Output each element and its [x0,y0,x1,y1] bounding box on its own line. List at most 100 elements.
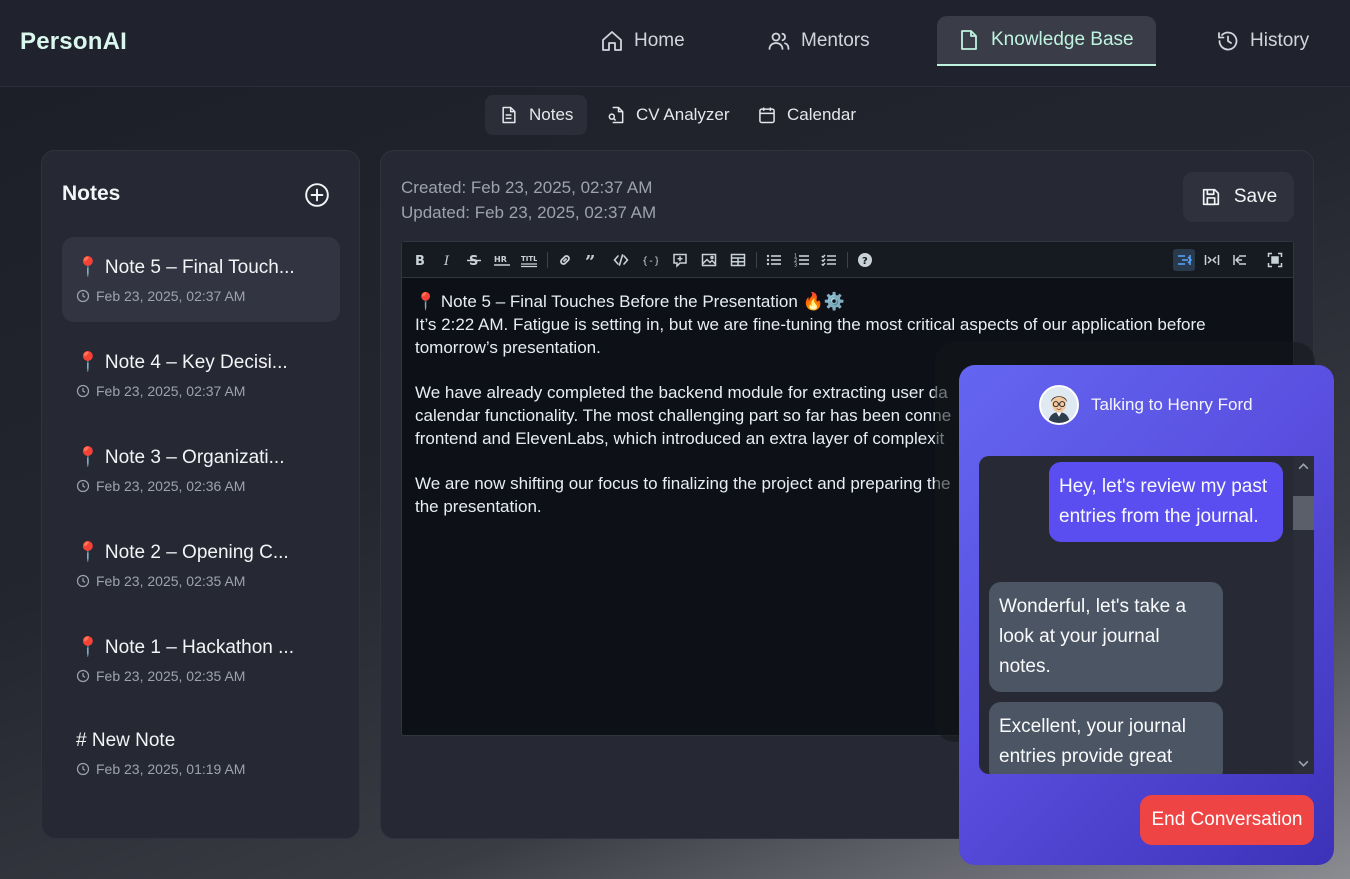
code-block-icon: {-} [642,256,658,267]
document-icon [961,30,977,50]
tab-notes-label: Notes [529,105,574,124]
save-button[interactable]: Save [1183,172,1294,222]
updated-timestamp: Updated: Feb 23, 2025, 02:37 AM [401,203,657,222]
live-mode-icon [1204,255,1220,265]
tab-notes[interactable]: Notes [485,95,588,135]
strikethrough-icon: S [467,254,481,268]
link-icon [560,255,570,265]
italic-button[interactable]: I [436,249,458,271]
chat-messages[interactable]: Hey, let's review my past entries from t… [979,456,1314,774]
unordered-list-icon [766,254,781,266]
table-button[interactable] [727,249,749,271]
note-title: 📍 Note 2 – Opening C... [76,542,289,563]
chat-scrollbar[interactable] [1293,456,1314,774]
nav-knowledge-base[interactable]: Knowledge Base [937,16,1156,66]
ordered-list-button[interactable]: 123 [791,249,813,271]
save-icon [1202,188,1220,206]
end-conversation-button[interactable]: End Conversation [1140,795,1314,845]
history-icon [1218,31,1238,51]
note-list-item[interactable]: # New Note Feb 23, 2025, 01:19 AM [62,712,340,797]
clock-icon [76,384,90,398]
svg-text:HR: HR [494,255,507,264]
save-button-label: Save [1233,186,1278,207]
svg-text:”: ” [585,252,595,268]
add-note-icon[interactable] [304,182,330,208]
strikethrough-button[interactable]: S [463,249,485,271]
chat-title: Talking to Henry Ford [1091,395,1253,414]
brand-logo[interactable]: PersonAI [20,28,127,56]
tab-calendar[interactable]: Calendar [743,95,870,135]
image-button[interactable] [698,249,720,271]
help-icon: ? [858,253,872,267]
clock-icon [76,289,90,303]
tab-cv-analyzer[interactable]: CV Analyzer [592,95,744,135]
editor-toolbar: B I S HR TITLE ” [402,242,1293,278]
note-date-text: Feb 23, 2025, 02:37 AM [96,288,246,304]
nav-knowledge-base-label: Knowledge Base [991,29,1134,50]
tab-calendar-label: Calendar [787,105,856,124]
calendar-icon [759,107,775,124]
svg-text:B: B [415,254,425,268]
note-date-text: Feb 23, 2025, 01:19 AM [96,761,246,777]
code-icon [613,254,629,266]
note-title: 📍 Note 1 – Hackathon ... [76,637,294,658]
italic-icon: I [443,254,450,268]
avatar [1039,385,1079,425]
assistant-message: Wonderful, let's take a look at your jou… [989,582,1223,692]
preview-mode-button[interactable] [1229,249,1251,271]
svg-text:3: 3 [794,263,797,269]
svg-text:?: ? [862,256,868,267]
scrollbar-thumb[interactable] [1293,496,1314,530]
note-list-item[interactable]: 📍 Note 1 – Hackathon ... Feb 23, 2025, 0… [62,617,340,702]
note-title: 📍 Note 4 – Key Decisi... [76,352,288,373]
edit-mode-button[interactable] [1173,249,1195,271]
title-icon: TITLE [521,255,537,268]
toolbar-separator [847,252,848,268]
title-button[interactable]: TITLE [518,249,540,271]
note-date: Feb 23, 2025, 02:36 AM [76,478,326,494]
clock-icon [76,479,90,493]
table-icon [730,253,746,267]
toolbar-separator [547,252,548,268]
nav-home[interactable]: Home [580,16,705,66]
fullscreen-button[interactable] [1264,249,1286,271]
note-metadata: Created: Feb 23, 2025, 02:37 AM Updated:… [401,175,656,225]
nav-home-label: Home [634,30,685,51]
clock-icon [76,574,90,588]
created-timestamp: Created: Feb 23, 2025, 02:37 AM [401,178,653,197]
users-icon [768,32,790,50]
content-line: It’s 2:22 AM. Fatigue is setting in, but… [415,315,1206,334]
bold-button[interactable]: B [409,249,431,271]
code-button[interactable] [610,249,632,271]
scroll-up-icon[interactable] [1297,460,1310,473]
code-block-button[interactable]: {-} [639,249,661,271]
edit-mode-icon [1178,255,1192,265]
hr-icon: HR [494,255,510,266]
link-button[interactable] [554,249,576,271]
note-date: Feb 23, 2025, 02:37 AM [76,288,326,304]
note-date-text: Feb 23, 2025, 02:35 AM [96,668,246,684]
clock-icon [76,669,90,683]
nav-mentors[interactable]: Mentors [747,16,890,66]
scroll-down-icon[interactable] [1297,757,1310,770]
unordered-list-button[interactable] [763,249,785,271]
note-list-item[interactable]: 📍 Note 3 – Organizati... Feb 23, 2025, 0… [62,427,340,512]
note-list-item[interactable]: 📍 Note 5 – Final Touch... Feb 23, 2025, … [62,237,340,322]
mentor-avatar-icon [1041,387,1077,423]
chat-widget: Talking to Henry Ford Hey, let's review … [959,365,1334,865]
file-search-icon [608,106,624,124]
notes-list-panel: Notes 📍 Note 5 – Final Touch... Feb 23, … [41,150,360,839]
help-button[interactable]: ? [854,249,876,271]
horizontal-rule-button[interactable]: HR [491,249,513,271]
svg-text:TITLE: TITLE [521,255,537,263]
live-mode-button[interactable] [1201,249,1223,271]
comment-button[interactable] [669,249,691,271]
note-date-text: Feb 23, 2025, 02:36 AM [96,478,246,494]
checklist-button[interactable] [818,249,840,271]
note-list-item[interactable]: 📍 Note 2 – Opening C... Feb 23, 2025, 02… [62,522,340,607]
checklist-icon [821,254,836,267]
quote-button[interactable]: ” [582,249,604,271]
note-list-item[interactable]: 📍 Note 4 – Key Decisi... Feb 23, 2025, 0… [62,332,340,417]
note-title: # New Note [76,730,176,751]
nav-history[interactable]: History [1196,16,1329,66]
